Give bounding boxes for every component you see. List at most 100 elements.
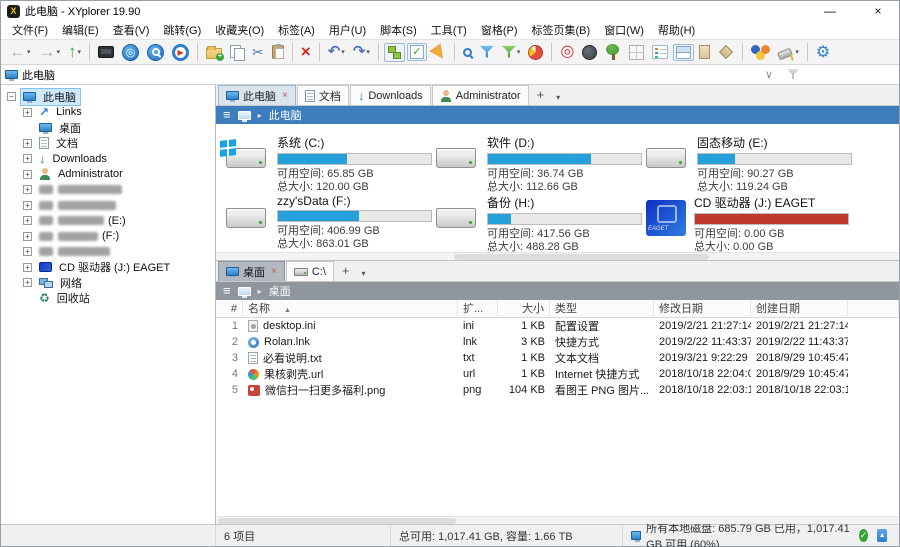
drive-f[interactable]: zzy'sData (F:)可用空间: 406.99 GB总大小: 863.01… xyxy=(223,192,433,252)
column-header-0[interactable]: # xyxy=(216,300,243,318)
breadcrumb-path[interactable]: 此电脑 xyxy=(269,107,302,123)
bottom-breadcrumb[interactable]: ≡ ▸ 桌面 xyxy=(216,282,899,300)
show-nav-panel-button[interactable] xyxy=(95,44,117,60)
menu-item-tags[interactable]: 标签(A) xyxy=(271,21,322,39)
tab-desktop[interactable]: 桌面× xyxy=(218,261,285,281)
tab-close-icon[interactable]: × xyxy=(271,267,277,277)
menu-item-edit[interactable]: 编辑(E) xyxy=(55,21,106,39)
expand-toggle-icon[interactable]: + xyxy=(23,232,32,241)
ok-check-icon[interactable]: ✓ xyxy=(859,529,869,542)
tab-close-icon[interactable]: × xyxy=(282,91,288,101)
menu-item-go[interactable]: 跳转(G) xyxy=(156,21,208,39)
tree-item-administrator[interactable]: +Administrator xyxy=(1,167,215,183)
menu-item-help[interactable]: 帮助(H) xyxy=(651,21,702,39)
up-button[interactable]: ↑▾ xyxy=(65,42,84,62)
tree-item-links[interactable]: +↗Links xyxy=(1,105,215,121)
column-header-6[interactable]: 创建日期 xyxy=(751,300,848,318)
tree-item-drive-hidden-e[interactable]: +(E:) xyxy=(1,213,215,229)
column-header-5[interactable]: 修改日期 xyxy=(654,300,751,318)
menu-item-tabsets[interactable]: 标签页集(B) xyxy=(525,21,598,39)
expand-toggle-icon[interactable]: + xyxy=(23,247,32,256)
hamburger-icon[interactable]: ≡ xyxy=(223,285,231,297)
tree-item-recycle-bin[interactable]: ♻回收站 xyxy=(1,291,215,307)
menu-item-favorites[interactable]: 收藏夹(O) xyxy=(208,21,271,39)
tree-item-this-pc[interactable]: −此电脑 xyxy=(1,89,215,105)
menu-item-scripts[interactable]: 脚本(S) xyxy=(373,21,424,39)
pie-stats-button[interactable] xyxy=(525,43,546,62)
tree-item-drive-hidden-1[interactable]: + xyxy=(1,182,215,198)
tab-downloads[interactable]: ↓Downloads xyxy=(350,85,431,105)
menu-item-file[interactable]: 文件(F) xyxy=(5,21,55,39)
settings-button[interactable]: ⚙ xyxy=(813,42,833,63)
forward-button[interactable]: →▾ xyxy=(36,42,64,62)
tree-item-cd-drive[interactable]: +CD 驱动器 (J:) EAGET xyxy=(1,260,215,276)
column-header-1[interactable]: 名称▲ xyxy=(243,300,458,318)
delete-button[interactable]: × xyxy=(298,42,314,62)
checkbox-select-button[interactable]: ✓ xyxy=(407,43,427,61)
hotspot-button[interactable]: ◎ xyxy=(557,42,577,62)
file-row-1[interactable]: 1desktop.iniini1 KB配置设置2019/2/21 21:27:1… xyxy=(216,318,899,334)
menu-item-panes[interactable]: 窗格(P) xyxy=(474,21,525,39)
drive-e[interactable]: 固态移动 (E:)可用空间: 90.27 GB总大小: 119.24 GB xyxy=(643,132,853,192)
tab-administrator[interactable]: Administrator xyxy=(432,85,529,105)
dark-mode-button[interactable] xyxy=(579,43,600,62)
filter-green-button[interactable]: ▾ xyxy=(499,43,524,61)
column-header-3[interactable]: 大小 xyxy=(498,300,550,318)
tab-list-dropdown-icon[interactable]: ▾ xyxy=(551,93,565,105)
tree-item-desktop[interactable]: 桌面 xyxy=(1,120,215,136)
goto-button[interactable]: ◎ xyxy=(119,42,142,63)
expand-toggle-icon[interactable]: + xyxy=(23,185,32,194)
drive-c[interactable]: 系统 (C:)可用空间: 65.85 GB总大小: 120.00 GB xyxy=(223,132,433,192)
tag-button[interactable] xyxy=(715,43,737,61)
tree-item-drive-hidden-f[interactable]: +(F:) xyxy=(1,229,215,245)
new-folder-button[interactable] xyxy=(203,43,225,61)
tree-item-drive-hidden-3[interactable]: + xyxy=(1,244,215,260)
column-header-4[interactable]: 类型 xyxy=(550,300,654,318)
address-filter-icon[interactable] xyxy=(787,69,799,81)
new-tab-button[interactable]: + xyxy=(335,263,357,281)
file-row-2[interactable]: 2Rolan.lnklnk3 KB快捷方式2019/2/22 11:43:372… xyxy=(216,334,899,350)
colors-button[interactable] xyxy=(748,43,773,62)
tree-item-network[interactable]: +网络 xyxy=(1,275,215,291)
tree-item-drive-hidden-2[interactable]: + xyxy=(1,198,215,214)
bottom-horizontal-scrollbar[interactable] xyxy=(216,516,899,524)
cut-button[interactable]: ✂ xyxy=(249,42,267,62)
scrollbar-thumb[interactable] xyxy=(218,518,456,524)
search-button[interactable] xyxy=(460,46,475,59)
drive-h[interactable]: 备份 (H:)可用空间: 417.56 GB总大小: 488.28 GB xyxy=(433,192,643,252)
up-arrow-icon[interactable]: ▲ xyxy=(877,529,887,542)
tab-documents[interactable]: 文档 xyxy=(297,85,349,105)
filter-blue-button[interactable] xyxy=(477,43,497,61)
menu-item-view[interactable]: 查看(V) xyxy=(106,21,157,39)
menu-item-tools[interactable]: 工具(T) xyxy=(424,21,474,39)
back-button[interactable]: ←▾ xyxy=(6,42,34,62)
file-row-4[interactable]: 4果核剥壳.urlurl1 KBInternet 快捷方式2018/10/18 … xyxy=(216,366,899,382)
expand-toggle-icon[interactable]: + xyxy=(23,201,32,210)
drive-d[interactable]: 软件 (D:)可用空间: 36.74 GB总大小: 112.66 GB xyxy=(433,132,643,192)
scrollbar-thumb[interactable] xyxy=(454,254,709,260)
folder-tree-button[interactable] xyxy=(602,42,624,62)
tab-list-dropdown-icon[interactable]: ▾ xyxy=(357,269,371,281)
single-pane-button[interactable] xyxy=(696,43,713,61)
redo-button[interactable]: ↷▾ xyxy=(350,42,373,62)
go-circle-button[interactable]: ▶ xyxy=(169,42,192,63)
top-horizontal-scrollbar[interactable] xyxy=(216,252,899,260)
expand-toggle-icon[interactable]: + xyxy=(23,278,32,287)
details-view-button[interactable] xyxy=(649,43,671,61)
tree-item-documents[interactable]: +文档 xyxy=(1,136,215,152)
expand-toggle-icon[interactable]: + xyxy=(23,154,32,163)
minimize-button[interactable]: — xyxy=(823,4,837,18)
expand-toggle-icon[interactable]: + xyxy=(23,170,32,179)
tree-item-downloads[interactable]: +↓Downloads xyxy=(1,151,215,167)
address-dropdown-icon[interactable]: ∨ xyxy=(765,68,773,81)
expand-toggle-icon[interactable]: + xyxy=(23,108,32,117)
file-row-3[interactable]: 3必看说明.txttxt1 KB文本文档2019/3/21 9:22:29201… xyxy=(216,350,899,366)
address-bar[interactable]: 此电脑 ∨ xyxy=(1,65,899,85)
hamburger-icon[interactable]: ≡ xyxy=(223,109,231,121)
top-breadcrumb[interactable]: ≡ ▸ 此电脑 xyxy=(216,106,899,124)
undo-button[interactable]: ↶▾ xyxy=(325,42,348,62)
expand-toggle-icon[interactable]: + xyxy=(23,139,32,148)
tab-this-pc[interactable]: 此电脑× xyxy=(218,85,296,105)
file-row-5[interactable]: 5微信扫一扫更多福利.pngpng104 KB看图王 PNG 图片...2018… xyxy=(216,382,899,398)
pizza-button[interactable] xyxy=(429,42,449,62)
